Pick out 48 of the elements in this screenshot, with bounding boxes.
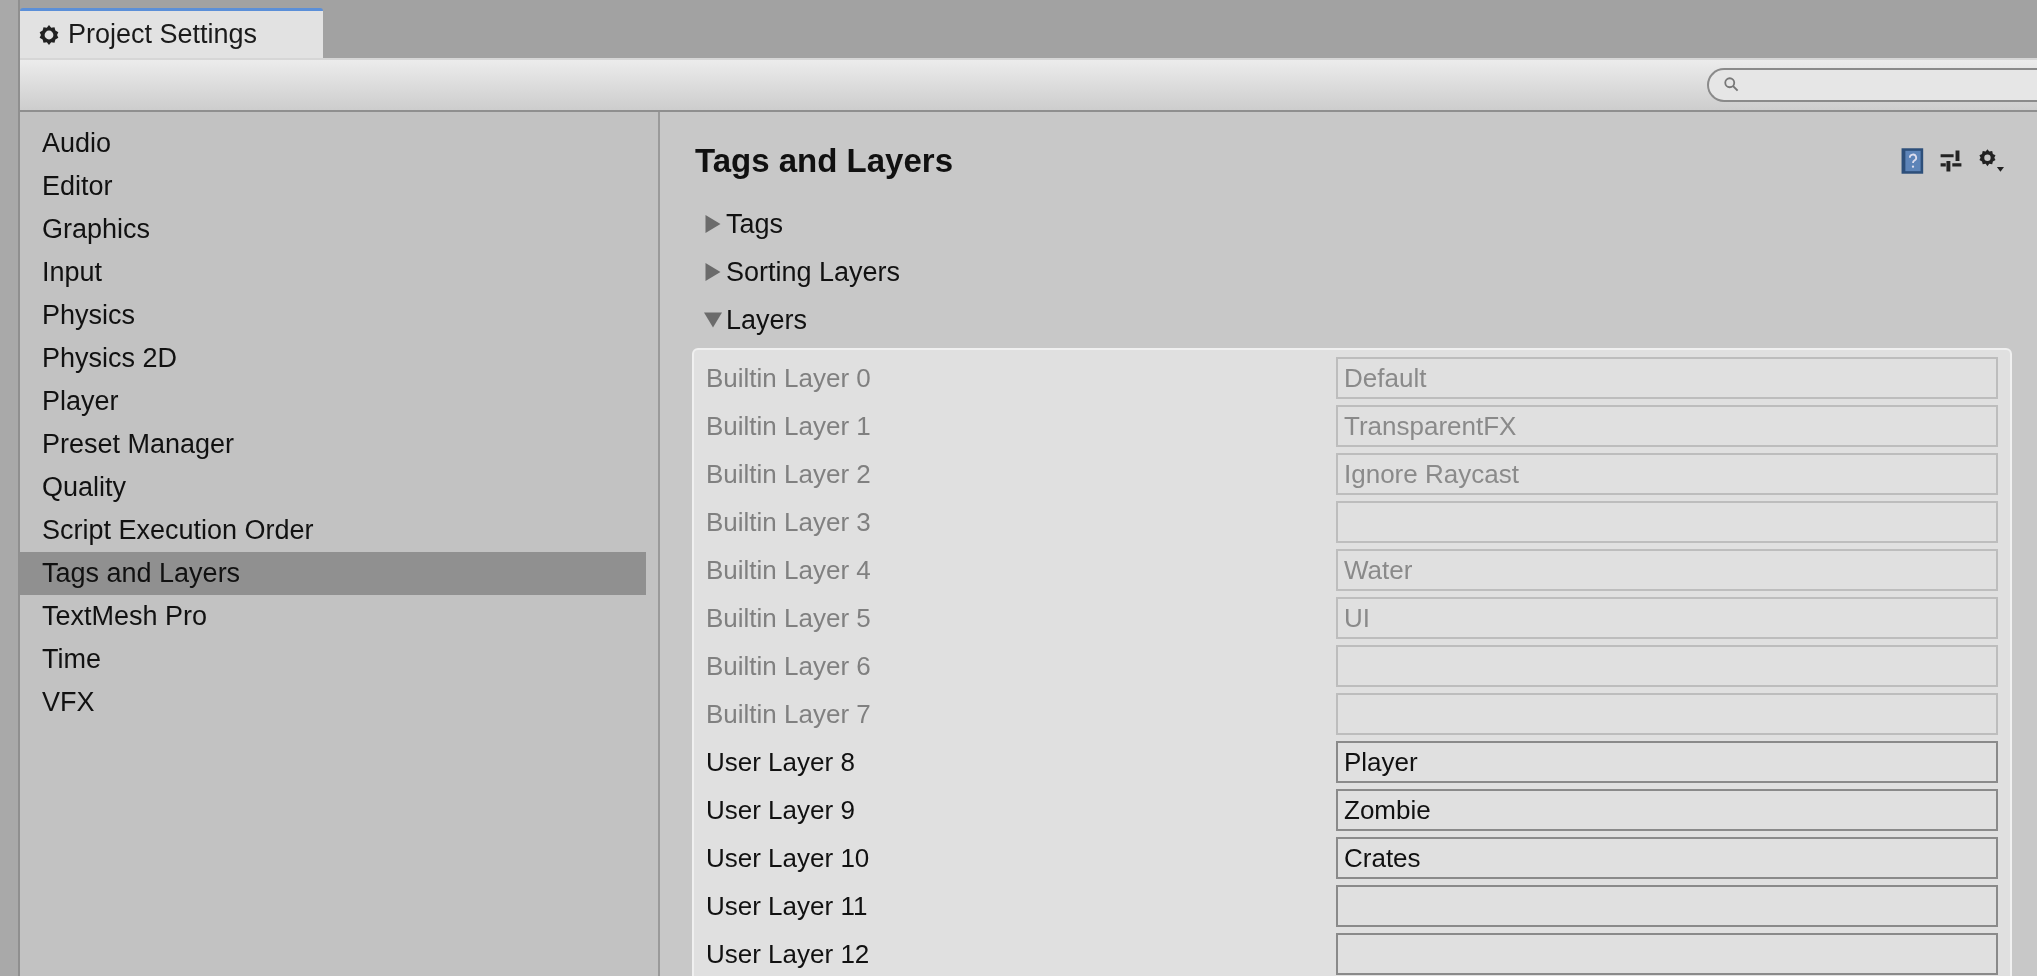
sidebar-item[interactable]: Player: [20, 380, 646, 423]
foldout-label: Sorting Layers: [726, 256, 901, 288]
layer-name-field[interactable]: [1336, 693, 1998, 735]
sidebar-item[interactable]: Editor: [20, 165, 646, 208]
layer-label: User Layer 12: [706, 938, 870, 970]
sidebar-item[interactable]: TextMesh Pro: [20, 595, 646, 638]
layer-name-field[interactable]: [1336, 501, 1998, 543]
layer-label: Builtin Layer 4: [706, 554, 871, 586]
foldout-label: Layers: [726, 304, 808, 336]
sidebar-item[interactable]: VFX: [20, 681, 646, 724]
layer-label: User Layer 8: [706, 746, 855, 778]
layer-name-field[interactable]: [1336, 885, 1998, 927]
layer-label: Builtin Layer 7: [706, 698, 871, 730]
layer-label: Builtin Layer 3: [706, 506, 871, 538]
layer-label: Builtin Layer 1: [706, 410, 871, 442]
sidebar-item[interactable]: Physics 2D: [20, 337, 646, 380]
layer-label: Builtin Layer 0: [706, 362, 871, 394]
layer-label: User Layer 9: [706, 794, 855, 826]
foldout[interactable]: Layers: [692, 296, 808, 344]
sidebar-item[interactable]: Time: [20, 638, 646, 681]
layer-label: User Layer 11: [706, 890, 868, 922]
sidebar-item[interactable]: Preset Manager: [20, 423, 646, 466]
layer-label: Builtin Layer 6: [706, 650, 871, 682]
foldout[interactable]: Tags: [692, 200, 784, 248]
layer-name-field[interactable]: Player: [1336, 741, 1998, 783]
panel-title: Tags and Layers: [694, 142, 953, 180]
layer-name-field[interactable]: Crates: [1336, 837, 1998, 879]
layer-label: User Layer 10: [706, 842, 870, 874]
sliders-icon[interactable]: [1938, 148, 1964, 174]
sidebar-item[interactable]: Graphics: [20, 208, 646, 251]
layer-name-field[interactable]: [1336, 933, 1998, 975]
window-tab[interactable]: Project Settings: [20, 8, 323, 58]
sidebar-item[interactable]: Tags and Layers: [20, 552, 646, 595]
sidebar-item[interactable]: Script Execution Order: [20, 509, 646, 552]
layer-name-field[interactable]: Zombie: [1336, 789, 1998, 831]
sidebar-item[interactable]: Quality: [20, 466, 646, 509]
layer-name-field[interactable]: [1336, 645, 1998, 687]
help-book-icon[interactable]: [1900, 147, 1926, 175]
gear-icon: [38, 23, 60, 46]
search-icon: [1723, 76, 1741, 94]
search-field[interactable]: [1707, 68, 2037, 102]
sidebar-item[interactable]: Input: [20, 251, 646, 294]
layer-label: Builtin Layer 5: [706, 602, 871, 634]
layer-label: Builtin Layer 2: [706, 458, 871, 490]
foldout-label: Tags: [726, 208, 784, 240]
foldout[interactable]: Sorting Layers: [692, 248, 901, 296]
sidebar-item[interactable]: Audio: [20, 122, 646, 165]
sidebar-item[interactable]: Physics: [20, 294, 646, 337]
